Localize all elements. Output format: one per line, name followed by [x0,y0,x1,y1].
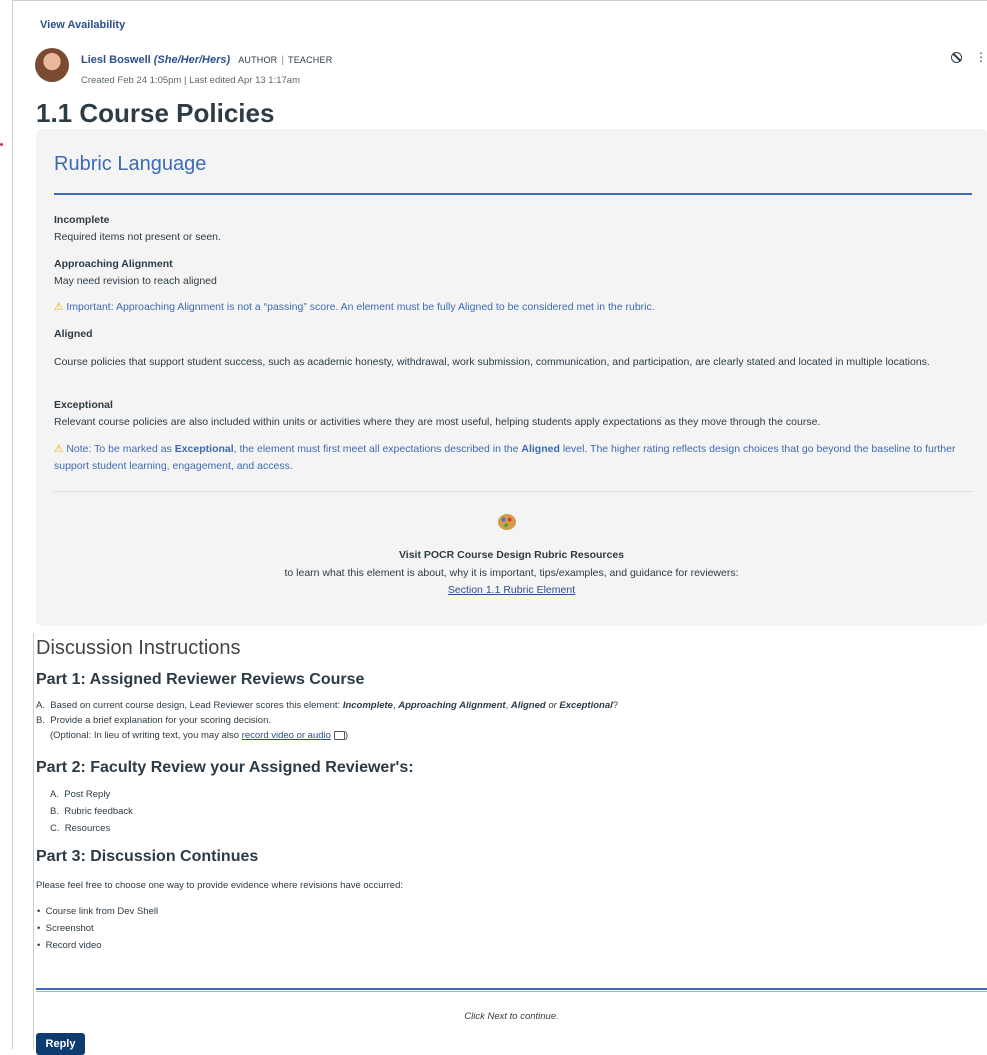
score-approaching: Approaching Alignment [398,700,506,711]
kebab-menu-icon[interactable]: ⋮ [975,51,987,63]
rubric-divider [54,193,972,195]
palette-icon [498,514,516,530]
part1-a-text: Based on current course design, Lead Rev… [50,700,341,711]
view-availability-link[interactable]: View Availability [40,19,125,31]
optional-text: (Optional: In lieu of writing text, you … [50,730,240,741]
list-item-text: Screenshot [45,923,94,934]
bullet: • [37,940,41,951]
score-incomplete: Incomplete [342,700,393,711]
bottom-divider-secondary [36,991,987,992]
list-item-text: Rubric feedback [64,806,133,817]
record-media-link[interactable]: record video or audio [242,730,331,741]
optional-text-end: ) [344,730,349,741]
exceptional-note-part: Note: To be marked as [66,443,172,455]
list-item: • Course link from Dev Shell [37,906,158,919]
resources-link-row: Section 1.1 Rubric Element [36,584,987,596]
list-item: • Record video [37,940,102,953]
author-name[interactable]: Liesl Boswell (She/Her/Hers) [81,54,230,66]
list-item: A. Post Reply [50,789,110,802]
approaching-title: Approaching Alignment [54,258,173,270]
approaching-text: May need revision to reach aligned [54,275,217,287]
frame-border-left [12,0,13,1049]
part1-heading: Part 1: Assigned Reviewer Reviews Course [36,671,365,688]
part1-item-a: A. Based on current course design, Lead … [36,700,619,711]
frame-border-top [12,0,987,1]
incomplete-title: Incomplete [54,214,110,226]
rubric-heading: Rubric Language [54,153,207,175]
post-timestamps: Created Feb 24 1:05pm | Last edited Apr … [81,75,300,86]
reply-button[interactable]: Reply [36,1033,85,1055]
exceptional-text: Relevant course policies are also includ… [54,416,821,428]
score-exceptional: Exceptional [559,700,613,711]
teacher-role-badge: TEACHER [288,55,333,65]
exceptional-note: ⚠ Note: To be marked as Exceptional, the… [54,441,969,474]
resources-text: to learn what this element is about, why… [284,567,739,579]
part3-heading: Part 3: Discussion Continues [36,848,259,865]
ban-icon[interactable] [951,52,962,63]
panel-divider [54,491,972,492]
exceptional-title: Exceptional [54,399,113,411]
aligned-note-emphasis: Aligned [521,443,560,455]
unread-indicator-dot [0,143,3,146]
part1-optional-note: (Optional: In lieu of writing text, you … [50,730,348,743]
author-line: Liesl Boswell (She/Her/Hers) AUTHOR | TEACH… [81,54,332,66]
list-item-text: Resources [64,823,111,834]
author-role-badge: AUTHOR [238,55,278,65]
list-prefix: B. [50,806,59,817]
next-instruction: Click Next to continue. [464,1011,559,1022]
warning-icon: ⚠ [54,301,64,313]
list-item-text: Record video [45,940,102,951]
exceptional-note-emphasis: Exceptional [174,443,234,455]
list-prefix: B. [36,715,45,726]
part1-b-text: Provide a brief explanation for your sco… [50,715,271,726]
avatar[interactable] [35,48,69,82]
author-pronouns: (She/Her/Hers) [153,54,231,66]
list-item-text: Course link from Dev Shell [45,906,159,917]
rubric-element-link[interactable]: Section 1.1 Rubric Element [448,584,575,596]
warning-icon: ⚠ [54,443,64,455]
list-prefix: C. [50,823,60,834]
external-link-icon [333,730,345,740]
approaching-note-text: Important: Approaching Alignment is not … [66,301,655,313]
approaching-note: ⚠ Important: Approaching Alignment is no… [54,299,969,316]
list-item: B. Rubric feedback [50,806,133,819]
discussion-border-left [33,633,34,1049]
score-or: or [548,700,557,711]
score-aligned: Aligned [510,700,546,711]
bullet: • [37,906,41,917]
part2-heading: Part 2: Faculty Review your Assigned Rev… [36,759,414,776]
resources-title: Visit POCR Course Design Rubric Resource… [398,549,625,561]
aligned-title: Aligned [54,328,93,340]
list-prefix: A. [36,700,45,711]
list-item-text: Post Reply [64,789,111,800]
page-title: 1.1 Course Policies [36,98,275,128]
part3-intro: Please feel free to choose one way to pr… [36,880,404,891]
exceptional-note-part: , the element must first meet all expect… [233,443,519,455]
list-item: • Screenshot [37,923,94,936]
list-prefix: A. [50,789,59,800]
bottom-divider [36,988,987,990]
discussion-heading: Discussion Instructions [36,637,241,659]
bullet: • [37,923,41,934]
author-name-text[interactable]: Liesl Boswell [81,54,151,66]
incomplete-text: Required items not present or seen. [54,231,221,243]
role-separator: | [281,55,284,66]
aligned-text: Course policies that support student suc… [54,356,930,368]
list-item: C. Resources [50,823,110,836]
part1-item-b: B. Provide a brief explanation for your … [36,715,271,728]
